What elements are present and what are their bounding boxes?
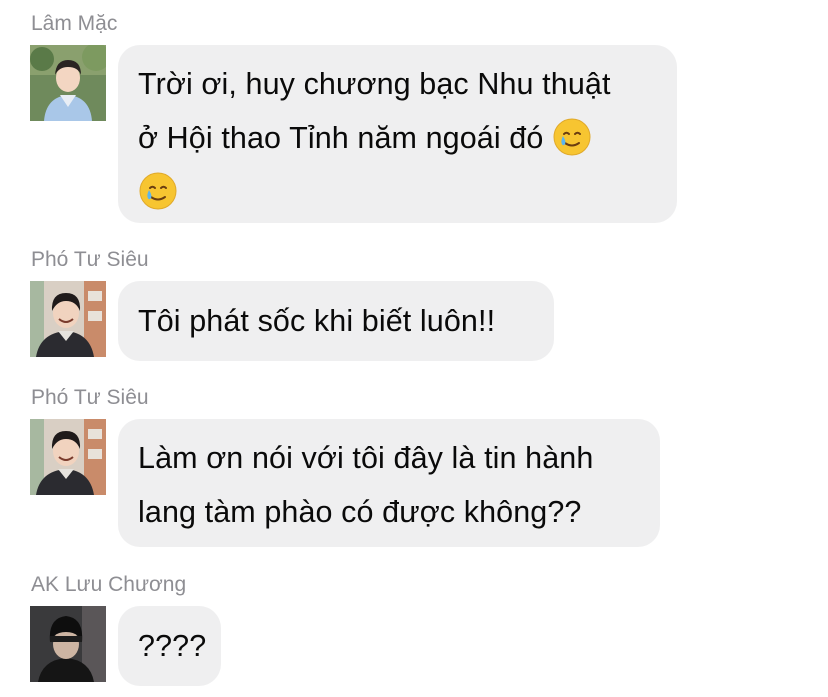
message-line: Trời ơi, huy chương bạc Nhu thuật — [138, 67, 611, 101]
avatar[interactable] — [30, 606, 106, 682]
message-line-with-emoji: ở Hội thao Tỉnh năm ngoái đó — [138, 111, 657, 165]
message-line: ???? — [138, 629, 207, 663]
boy-in-blue-shirt-outdoors-avatar — [30, 45, 106, 121]
sender-name: AK Lưu Chương — [31, 573, 187, 596]
smiling-boy-avatar — [30, 281, 106, 357]
message-bubble[interactable]: Tôi phát sốc khi biết luôn!! — [118, 281, 554, 361]
smiling-boy-avatar — [30, 419, 106, 495]
crying-smile-emoji-icon — [552, 117, 592, 157]
message-line: Tôi phát sốc khi biết luôn!! — [138, 304, 496, 338]
message-bubble[interactable]: ???? — [118, 606, 221, 686]
avatar[interactable] — [30, 45, 106, 121]
sender-name: Lâm Mặc — [31, 12, 118, 35]
boy-in-beanie-avatar — [30, 606, 106, 682]
crying-smile-emoji-icon — [138, 171, 178, 211]
message-line: lang tàm phào có được không?? — [138, 495, 582, 529]
avatar[interactable] — [30, 419, 106, 495]
message-bubble[interactable]: Trời ơi, huy chương bạc Nhu thuật ở Hội … — [118, 45, 677, 223]
sender-name: Phó Tư Siêu — [31, 248, 149, 271]
avatar[interactable] — [30, 281, 106, 357]
sender-name: Phó Tư Siêu — [31, 386, 149, 409]
message-line: Làm ơn nói với tôi đây là tin hành — [138, 441, 594, 475]
message-line-emoji — [138, 165, 657, 219]
message-bubble[interactable]: Làm ơn nói với tôi đây là tin hành lang … — [118, 419, 660, 547]
